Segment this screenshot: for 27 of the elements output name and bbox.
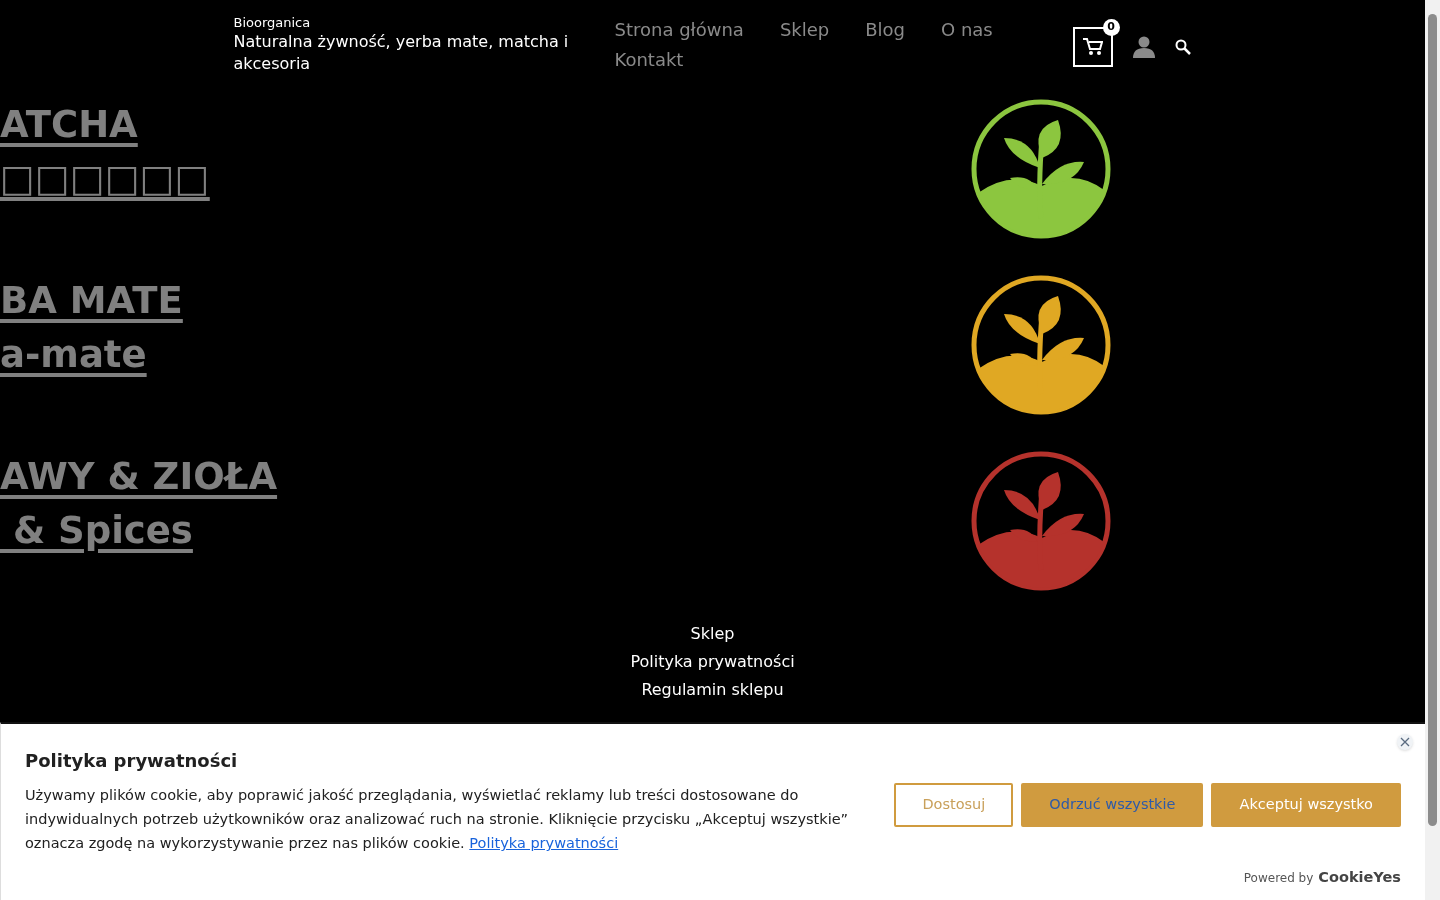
close-icon <box>1400 737 1410 747</box>
category-link[interactable]: BA MATE <box>0 274 970 328</box>
nav-link[interactable]: Strona główna <box>614 15 744 45</box>
category-link[interactable]: □□□□□□ <box>0 152 970 206</box>
site-name[interactable]: Bioorganica <box>233 15 615 31</box>
footer-link[interactable]: Polityka prywatności <box>630 648 795 676</box>
cookie-text: Używamy plików cookie, aby poprawić jakość przeglądania, wyświetlać reklamy lub treści dostosowane do indywidualnych potrzeb użytkowników oraz analizować ruch na stronie. Kliknięcie przycisku „Akceptuj wszystkie” oznacza zgodę na wykorzystywanie przez nas plików cookie. Polityka prywatności <box>25 786 850 853</box>
category-link[interactable]: & Spices <box>0 504 970 558</box>
category-link[interactable]: AWY & ZIOŁA <box>0 450 970 504</box>
nav-link[interactable]: Kontakt <box>614 45 684 75</box>
cookie-title: Polityka prywatności <box>25 749 239 773</box>
footer-link[interactable]: Regulamin sklepu <box>641 676 784 704</box>
nav-link[interactable]: O nas <box>941 15 993 45</box>
footer-link[interactable]: Sklep <box>690 620 735 648</box>
category-link[interactable]: ATCHA <box>0 98 970 152</box>
category-link[interactable]: a-mate <box>0 328 970 382</box>
nav-link[interactable]: Blog <box>865 15 906 45</box>
privacy-link[interactable]: Polityka prywatności <box>469 835 619 851</box>
user-icon[interactable] <box>1132 36 1155 58</box>
search-icon[interactable] <box>1174 39 1191 55</box>
close-button[interactable] <box>1397 734 1413 750</box>
powered-by-text: Powered by <box>1243 869 1314 887</box>
cart-icon <box>1082 38 1103 56</box>
cookieyes-logo[interactable]: CookieYes <box>1318 867 1401 889</box>
cart-count-badge: 0 <box>1102 19 1120 36</box>
nav-link[interactable]: Sklep <box>779 15 830 45</box>
site-tagline: Naturalna żywność, yerba mate, matcha i akcesoria <box>233 31 570 75</box>
